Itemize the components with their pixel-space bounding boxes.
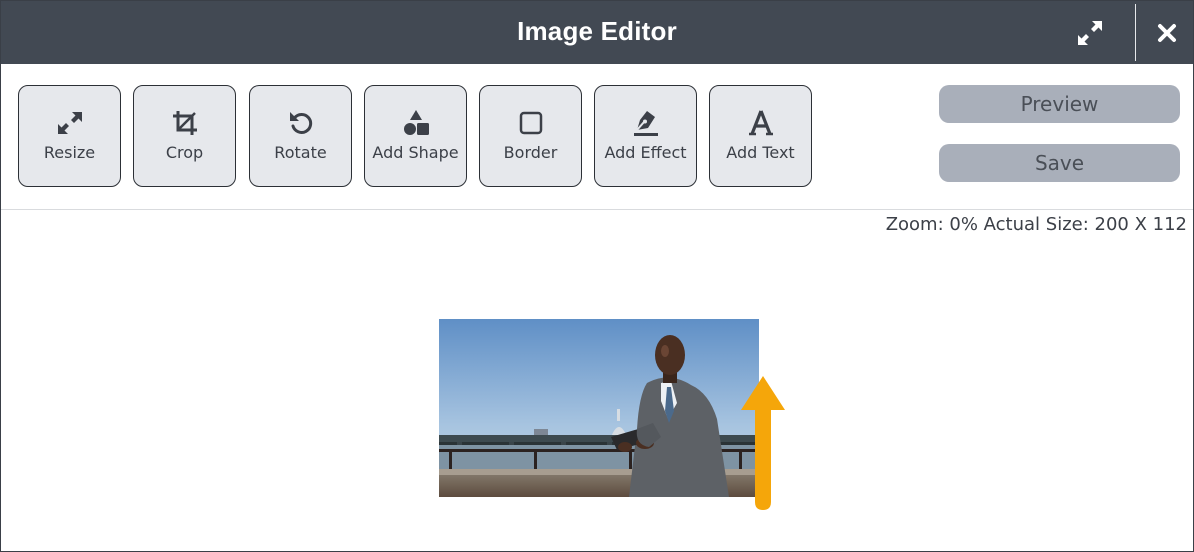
border-button[interactable]: Border [479,85,582,187]
save-button[interactable]: Save [939,144,1180,182]
editor-toolbar: Resize Crop Rotate Add Shape Border Add … [1,64,1193,210]
add-shape-button[interactable]: Add Shape [364,85,467,187]
resize-label: Resize [43,143,96,162]
letter-a-icon [748,110,773,136]
add-effect-label: Add Effect [604,143,687,162]
add-effect-button[interactable]: Add Effect [594,85,697,187]
close-x-icon [1158,23,1176,42]
image-preview[interactable] [439,319,759,497]
square-outline-icon [519,111,542,135]
rotate-ccw-icon [289,112,312,134]
pen-nib-icon [633,111,658,136]
add-text-button[interactable]: Add Text [709,85,812,187]
callout-arrow [741,376,785,510]
preview-button[interactable]: Preview [939,85,1180,123]
image-canvas: Zoom: 0% Actual Size: 200 X 112 [1,210,1193,551]
shapes-icon [403,110,429,135]
crop-label: Crop [165,143,204,162]
title-bar: Image Editor [1,1,1193,64]
rotate-button[interactable]: Rotate [249,85,352,187]
border-label: Border [503,143,558,162]
rotate-label: Rotate [274,143,327,162]
resize-arrows-icon [57,112,82,134]
add-text-label: Add Text [726,143,795,162]
image-editor-dialog: Image Editor Resize Crop Rotate Add Shap… [0,0,1194,552]
expand-arrows-icon [1078,20,1102,45]
crop-icon [172,111,197,135]
zoom-size-readout: Zoom: 0% Actual Size: 200 X 112 [885,214,1187,235]
crop-button[interactable]: Crop [133,85,236,187]
add-shape-label: Add Shape [372,143,459,162]
expand-button[interactable] [1061,1,1119,64]
resize-button[interactable]: Resize [18,85,121,187]
title-separator [1135,4,1136,61]
dialog-title: Image Editor [517,16,677,46]
close-button[interactable] [1141,1,1193,64]
